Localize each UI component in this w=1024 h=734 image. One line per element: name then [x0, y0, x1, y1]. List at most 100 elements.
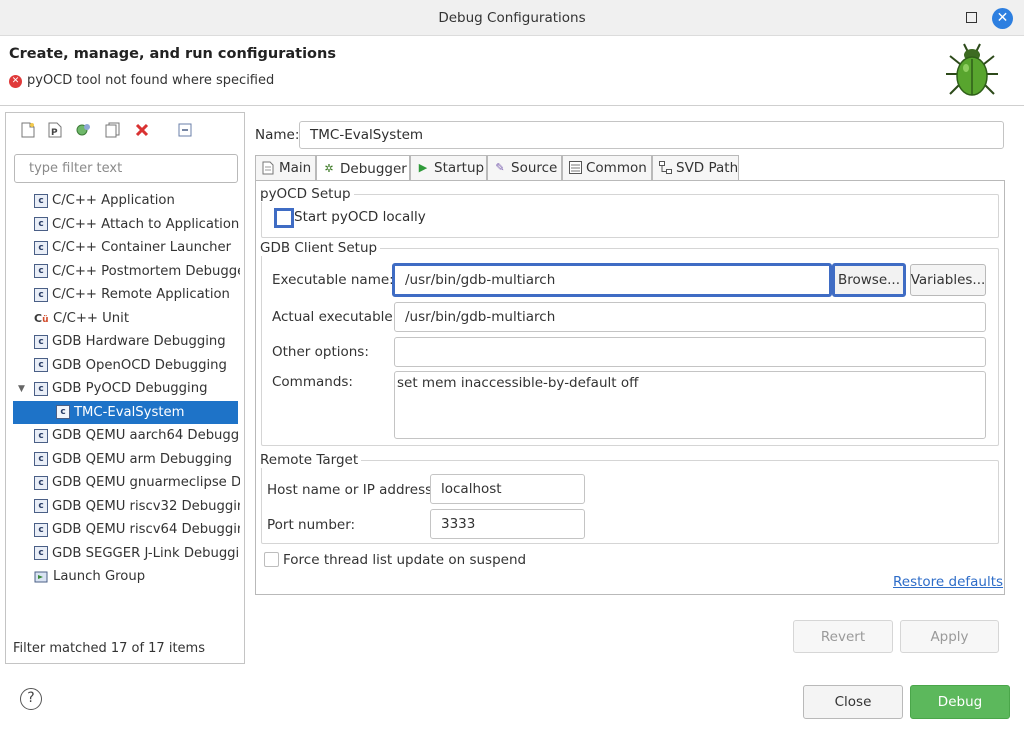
variables-button[interactable]: Variables... [910, 264, 986, 296]
c-config-icon: c [34, 334, 48, 349]
actual-executable-input[interactable]: /usr/bin/gdb-multiarch [394, 302, 986, 332]
tree-item-cpp-unit[interactable]: Cü C/C++ Unit [12, 307, 240, 331]
tree-item-gdb-openocd[interactable]: c GDB OpenOCD Debugging [12, 354, 240, 378]
collapse-all-icon[interactable] [177, 122, 193, 138]
tab-label: Debugger [340, 160, 407, 177]
debugger-tab-icon: ✲ [324, 161, 334, 175]
tree-item-gdb-qemu-arm[interactable]: c GDB QEMU arm Debugging [12, 448, 240, 472]
commands-textarea[interactable]: set mem inaccessible-by-default off [394, 371, 986, 439]
remote-target-label: Remote Target [260, 452, 362, 468]
tree-item-gdb-qemu-riscv32[interactable]: c GDB QEMU riscv32 Debuggir [12, 495, 240, 519]
tree-item-tmc-evalsystem[interactable]: c TMC-EvalSystem [13, 400, 238, 424]
error-icon: ✕ [9, 75, 22, 88]
tree-item-gdb-pyocd[interactable]: ▼ c GDB PyOCD Debugging [12, 377, 240, 401]
tree-item-gdb-hardware[interactable]: c GDB Hardware Debugging [12, 330, 240, 354]
tree-item-gdb-qemu-gnuarmeclipse[interactable]: c GDB QEMU gnuarmeclipse De [12, 471, 240, 495]
tree-item-label: C/C++ Unit [53, 310, 129, 326]
pyocd-setup-label: pyOCD Setup [260, 186, 354, 202]
duplicate-config-icon[interactable] [105, 122, 121, 138]
tree-item-label: GDB QEMU aarch64 Debuggi [52, 428, 240, 444]
tree-item-label: TMC-EvalSystem [74, 404, 185, 420]
tree-item-label: C/C++ Postmortem Debugge [52, 263, 240, 279]
svg-text:P: P [51, 128, 58, 138]
cu-unit-icon: Cü [34, 311, 49, 325]
force-thread-update-checkbox[interactable] [264, 552, 279, 567]
tree-item-label: GDB QEMU riscv64 Debuggir [52, 522, 240, 538]
c-config-icon: c [34, 264, 48, 279]
window-close-button[interactable]: ✕ [992, 8, 1013, 29]
delete-config-icon[interactable] [134, 122, 150, 138]
tree-item-label: C/C++ Application [52, 193, 175, 209]
export-config-icon[interactable] [75, 122, 91, 138]
main-tab-icon [261, 161, 275, 175]
browse-button[interactable]: Browse... [832, 263, 906, 297]
port-input[interactable]: 3333 [430, 509, 585, 539]
new-config-icon[interactable] [20, 122, 36, 138]
page-title: Create, manage, and run configurations [9, 46, 336, 62]
config-name-input[interactable]: TMC-EvalSystem [299, 121, 1004, 149]
new-prototype-icon[interactable]: P [47, 122, 63, 138]
c-config-icon: c [34, 240, 48, 255]
c-config-icon: c [34, 452, 48, 467]
header-separator [0, 105, 1024, 106]
tree-item-cpp-postmortem[interactable]: c C/C++ Postmortem Debugge [12, 260, 240, 284]
close-icon: ✕ [996, 10, 1009, 26]
port-label: Port number: [267, 517, 356, 533]
start-pyocd-locally-label: Start pyOCD locally [294, 209, 426, 225]
tab-label: Main [279, 160, 312, 176]
tree-item-label: GDB OpenOCD Debugging [52, 357, 227, 373]
tree-item-gdb-qemu-riscv64[interactable]: c GDB QEMU riscv64 Debuggir [12, 518, 240, 542]
tab-svd-path[interactable]: SVD Path [652, 155, 739, 180]
c-config-icon: c [34, 475, 48, 490]
filter-status: Filter matched 17 of 17 items [13, 641, 205, 656]
c-config-icon: c [34, 428, 48, 443]
c-config-icon: c [56, 405, 70, 420]
tab-label: SVD Path [676, 160, 739, 176]
other-options-input[interactable] [394, 337, 986, 367]
apply-button[interactable]: Apply [900, 620, 999, 653]
commands-label: Commands: [272, 374, 353, 390]
filter-input[interactable] [14, 154, 238, 183]
help-icon[interactable]: ? [20, 688, 42, 710]
revert-button[interactable]: Revert [793, 620, 893, 653]
tree-item-cpp-remote[interactable]: c C/C++ Remote Application [12, 283, 240, 307]
tree-item-label: C/C++ Container Launcher [52, 240, 232, 256]
tab-common[interactable]: Common [562, 155, 652, 180]
c-config-icon: c [34, 546, 48, 561]
tree-item-cpp-application[interactable]: c C/C++ Application [12, 189, 240, 213]
tree-item-label: C/C++ Attach to Application [52, 216, 240, 232]
tab-debugger[interactable]: ✲ Debugger [316, 155, 410, 181]
tree-item-cpp-attach[interactable]: c C/C++ Attach to Application [12, 213, 240, 237]
maximize-button[interactable] [966, 12, 977, 23]
tree-item-gdb-qemu-aarch64[interactable]: c GDB QEMU aarch64 Debuggi [12, 424, 240, 448]
expand-arrow-icon[interactable]: ▼ [18, 384, 34, 394]
common-tab-icon [568, 161, 582, 175]
tree-item-label: GDB PyOCD Debugging [52, 381, 208, 397]
tree-item-label: GDB SEGGER J-Link Debuggi [52, 545, 240, 561]
name-label: Name: [255, 127, 300, 143]
tree-item-launch-group[interactable]: Launch Group [12, 565, 240, 589]
tab-source[interactable]: ✎ Source [487, 155, 562, 180]
tree-item-label: GDB QEMU gnuarmeclipse De [52, 475, 240, 491]
tree-item-cpp-container[interactable]: c C/C++ Container Launcher [12, 236, 240, 260]
c-config-icon: c [34, 358, 48, 373]
tab-main[interactable]: Main [255, 155, 316, 180]
executable-name-input[interactable]: /usr/bin/gdb-multiarch [392, 263, 832, 297]
debug-button[interactable]: Debug [910, 685, 1010, 719]
tab-label: Startup [434, 160, 485, 176]
close-button[interactable]: Close [803, 685, 903, 719]
tab-startup[interactable]: ▶ Startup [410, 155, 487, 180]
c-config-icon: c [34, 522, 48, 537]
start-pyocd-locally-checkbox[interactable] [274, 208, 294, 228]
tree-item-label: GDB QEMU arm Debugging [52, 451, 232, 467]
restore-defaults-link[interactable]: Restore defaults [893, 574, 1003, 590]
svd-path-tab-icon [658, 161, 672, 175]
c-config-icon: c [34, 287, 48, 302]
host-input[interactable]: localhost [430, 474, 585, 504]
c-config-icon: c [34, 193, 48, 208]
tree-item-gdb-segger-jlink[interactable]: c GDB SEGGER J-Link Debuggi [12, 542, 240, 566]
tab-label: Source [511, 160, 558, 176]
startup-tab-icon: ▶ [418, 161, 428, 174]
source-tab-icon: ✎ [495, 161, 505, 174]
tree-item-label: Launch Group [53, 569, 146, 585]
